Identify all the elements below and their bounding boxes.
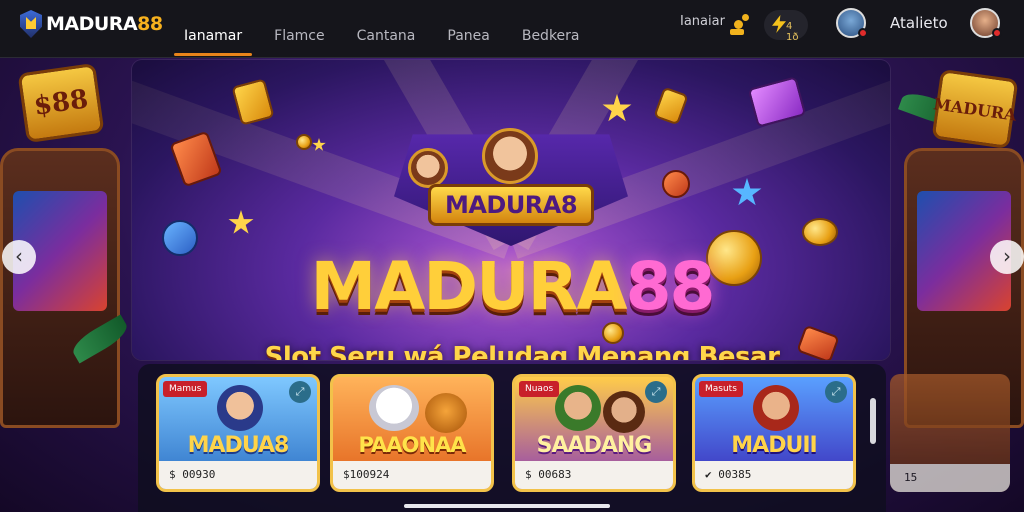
- chip-decoration: [662, 170, 690, 198]
- nav-item-1[interactable]: Ianamar: [170, 0, 256, 58]
- game-card[interactable]: Nuaos ⤢ SAADANG $ 00683: [512, 374, 676, 492]
- card-art: Masuts ⤢ MADUII: [695, 377, 853, 465]
- game-card[interactable]: Mamus ⤢ MADUA8 $ 00930: [156, 374, 320, 492]
- logo-text: MADURA88: [46, 13, 163, 35]
- card-tag: Nuaos: [519, 381, 560, 397]
- card-art: PAAONAA: [333, 377, 491, 465]
- card-title: MADUA8: [187, 433, 290, 458]
- card-tag: Mamus: [163, 381, 208, 397]
- card-footer: ✔ 00385: [695, 461, 853, 489]
- card-footer: $ 00683: [515, 461, 673, 489]
- hero-title-main: MADURA: [310, 248, 628, 325]
- star-decoration: [228, 210, 254, 234]
- card-tag: Masuts: [699, 381, 743, 397]
- card-title: SAADANG: [536, 433, 653, 458]
- coin-decoration: [802, 218, 838, 246]
- crest-title: MADURA8: [444, 191, 578, 219]
- username[interactable]: Atalieto: [890, 14, 948, 32]
- character-face: [425, 393, 467, 433]
- top-header: MADURA88 Ianamar Flamce Cantana Panea Be…: [0, 0, 1024, 58]
- card-art: Nuaos ⤢ SAADANG: [515, 377, 673, 465]
- bolt-value: 4 1ð: [786, 21, 799, 43]
- card-title: PAAONAA: [358, 433, 467, 457]
- character-face: [753, 385, 799, 431]
- coin-decoration: [602, 322, 624, 344]
- chevron-right-icon[interactable]: ›: [990, 240, 1024, 274]
- character-face: [603, 391, 645, 433]
- coin-shape: [734, 20, 743, 29]
- site-logo[interactable]: MADURA88: [20, 10, 163, 38]
- star-decoration: [732, 178, 762, 206]
- profile-status-dot: [992, 28, 1002, 38]
- notification-avatar[interactable]: [836, 8, 868, 38]
- character-face: [555, 385, 601, 431]
- scrollbar[interactable]: [870, 398, 876, 444]
- notification-dot: [858, 28, 868, 38]
- nav-item-3[interactable]: Cantana: [343, 0, 430, 58]
- bolt-balance-pill[interactable]: 4 1ð: [764, 10, 808, 43]
- coin-stack-shape: [730, 29, 744, 35]
- nav-item-2[interactable]: Flamce: [260, 0, 338, 58]
- logo-shield-icon: [20, 10, 42, 38]
- card-footer: 15: [890, 464, 1010, 492]
- chevron-left-icon[interactable]: ‹: [2, 240, 36, 274]
- coins-icon[interactable]: [728, 12, 756, 40]
- game-card[interactable]: PAAONAA $100924: [330, 374, 494, 492]
- coin-decoration: [296, 134, 312, 150]
- hero-banner[interactable]: MADURA8 MADURA88 Slot Seru wá Peludag Me…: [132, 60, 890, 360]
- fullscreen-icon[interactable]: ⤢: [289, 381, 311, 403]
- profile-avatar[interactable]: [970, 8, 1002, 38]
- game-card-partial[interactable]: 15: [890, 374, 1010, 492]
- crest-banner: MADURA8: [428, 184, 594, 226]
- slot-machine-left: [0, 148, 120, 428]
- character-face: [369, 385, 419, 431]
- sign-right: MADURA: [931, 68, 1019, 150]
- hero-subtitle: Slot Seru wá Peludag Menang Besar: [264, 342, 780, 360]
- nav-item-5[interactable]: Bedkera: [508, 0, 594, 58]
- chip-decoration: [162, 220, 198, 256]
- fullscreen-icon[interactable]: ⤢: [825, 381, 847, 403]
- bolt-icon: [772, 15, 786, 33]
- fullscreen-icon[interactable]: ⤢: [645, 381, 667, 403]
- main-nav: Ianamar Flamce Cantana Panea Bedkera: [170, 0, 594, 58]
- card-art: Mamus ⤢ MADUA8: [159, 377, 317, 465]
- header-link[interactable]: Ianaiar: [680, 14, 725, 29]
- nav-item-4[interactable]: Panea: [433, 0, 503, 58]
- character-face: [482, 128, 538, 184]
- game-card[interactable]: Masuts ⤢ MADUII ✔ 00385: [692, 374, 856, 492]
- character-face: [408, 148, 448, 188]
- logo-accent: 88: [137, 13, 163, 35]
- logo-main: MADURA: [46, 13, 138, 35]
- token-decoration: [653, 86, 689, 126]
- home-indicator[interactable]: [404, 504, 610, 508]
- sign-left: $88: [17, 62, 105, 144]
- coin-shape: [742, 14, 749, 21]
- character-face: [217, 385, 263, 431]
- hero-title: MADURA88: [272, 248, 752, 325]
- card-title: MADUII: [731, 433, 817, 458]
- card-footer: $ 00930: [159, 461, 317, 489]
- card-footer: $100924: [333, 461, 491, 489]
- hero-title-accent: 88: [625, 248, 716, 325]
